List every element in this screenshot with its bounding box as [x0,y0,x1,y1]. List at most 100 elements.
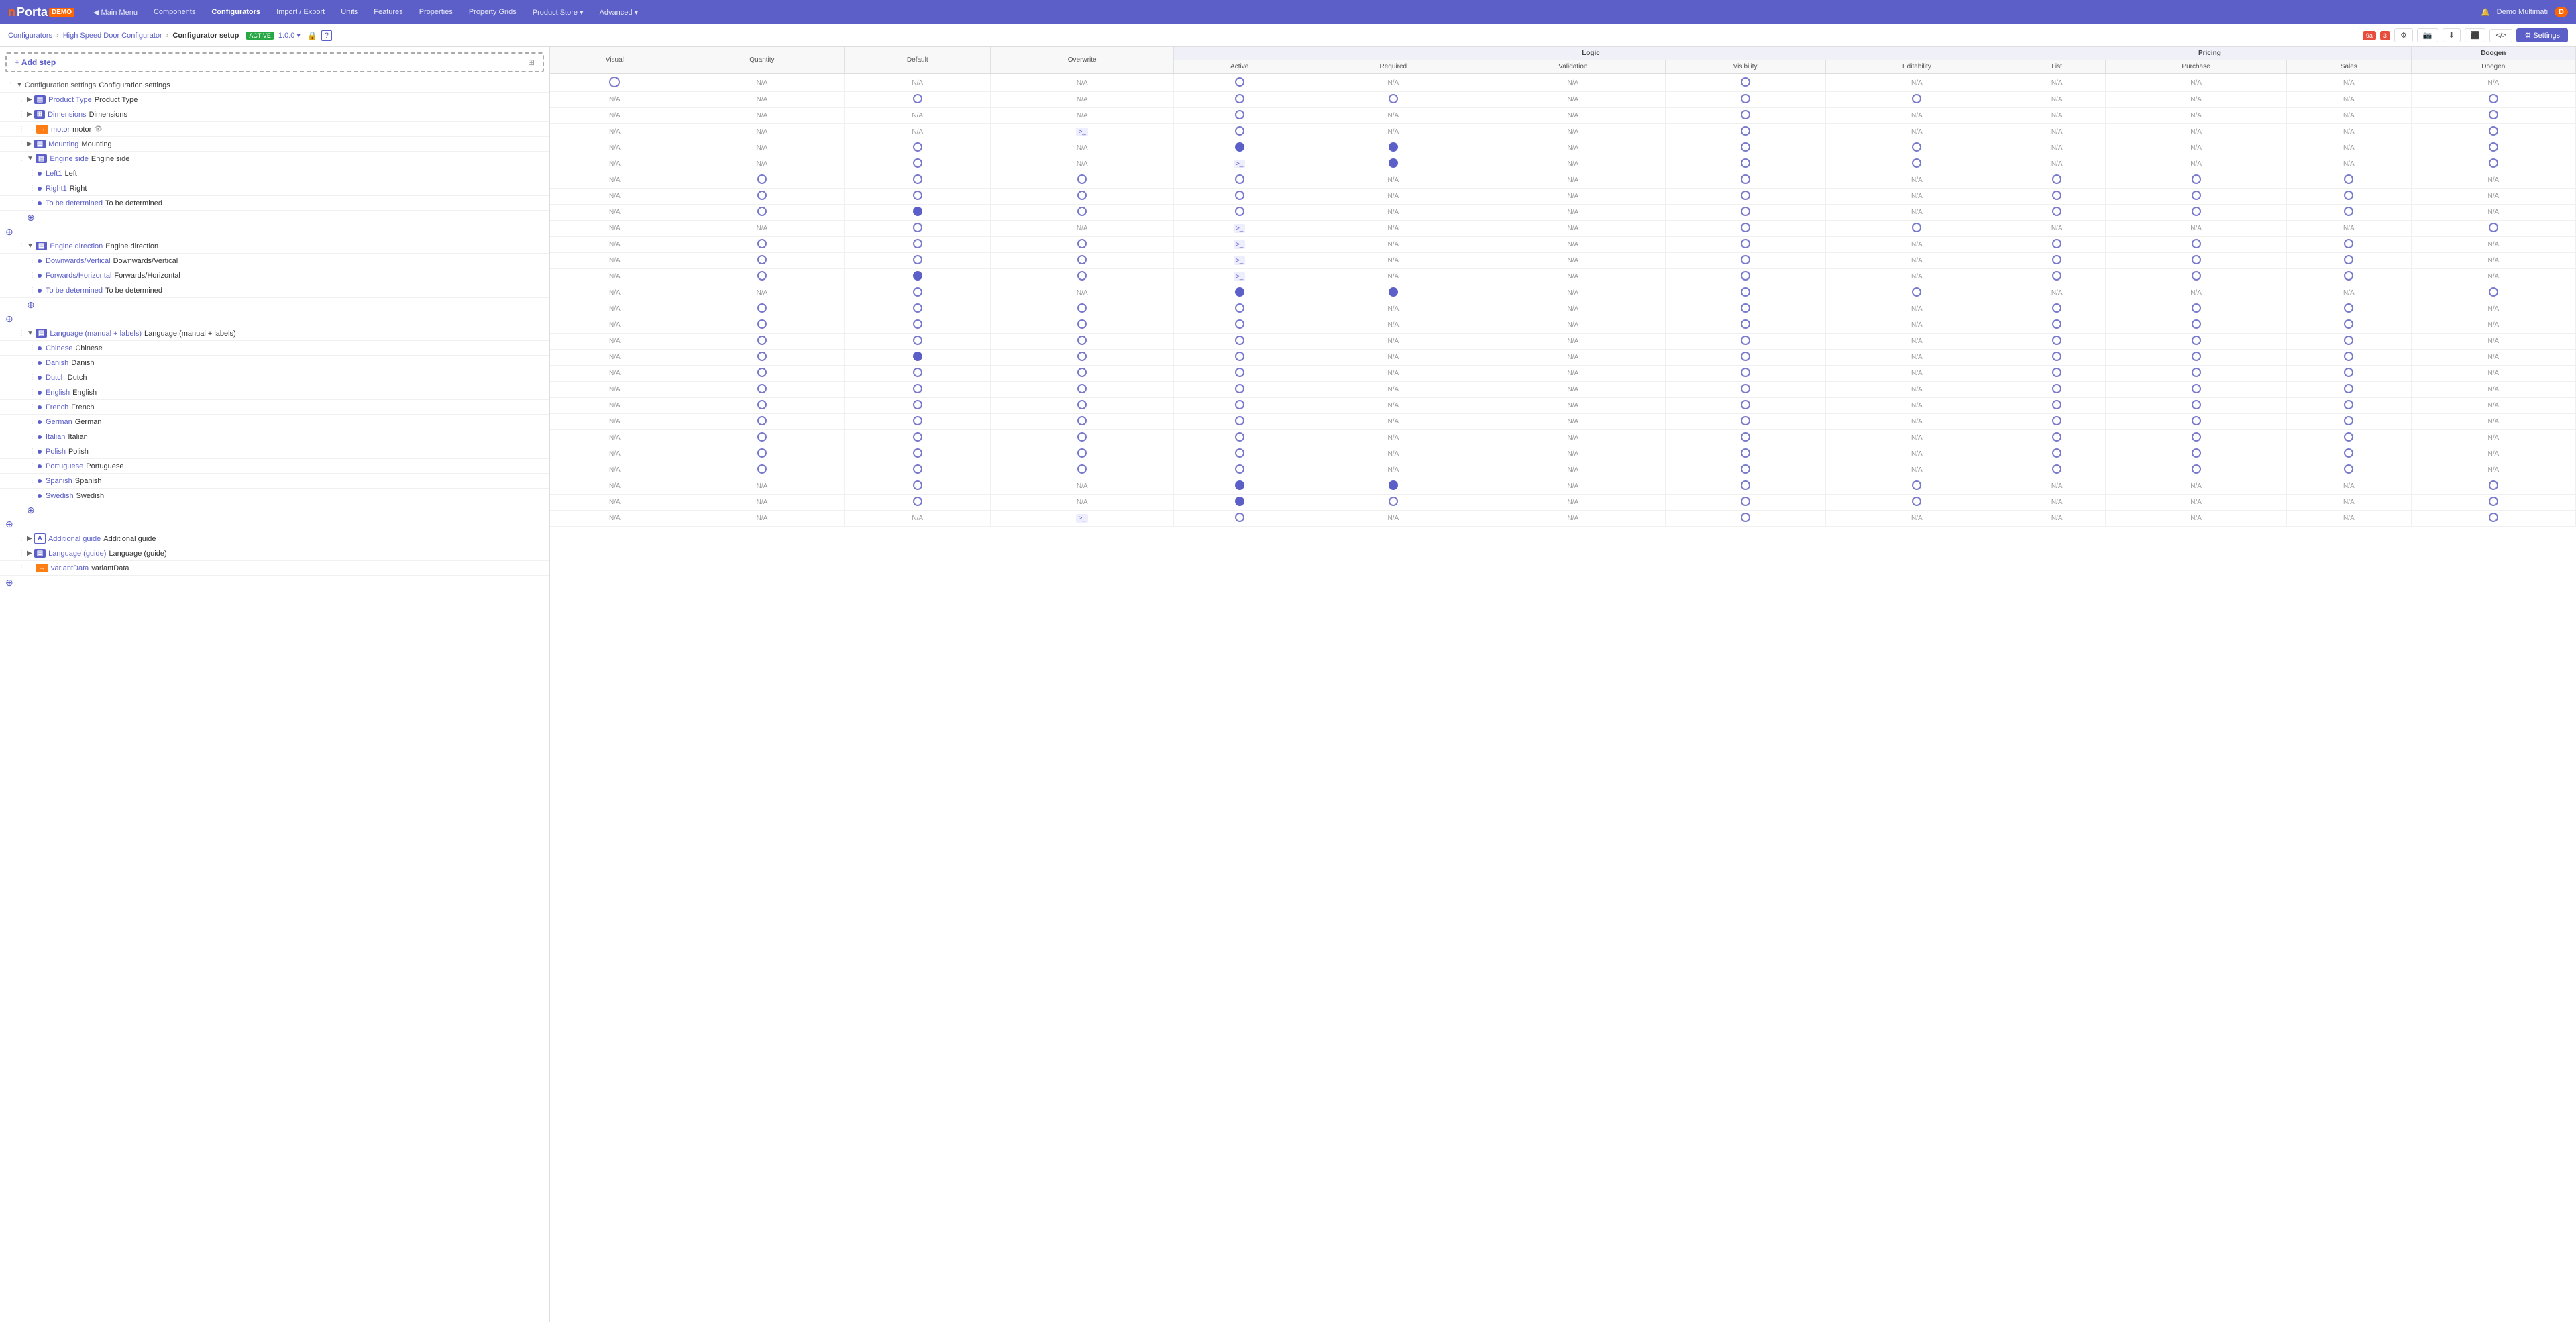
cell[interactable] [991,269,1174,285]
cell[interactable] [2106,398,2287,414]
cell[interactable] [991,366,1174,382]
add-step-bar[interactable]: + Add step ⊞ [5,52,544,72]
cell[interactable] [2008,253,2106,269]
cell[interactable] [1825,285,2008,301]
tree-row[interactable]: ⋮ Dutch Dutch [0,370,549,385]
cell[interactable] [680,317,844,334]
tree-row[interactable]: ⋮ Forwards/Horizontal Forwards/Horizonta… [0,268,549,283]
cell[interactable] [1825,221,2008,237]
cell[interactable] [1173,382,1305,398]
plus-row-top[interactable]: ⊕ [0,312,549,326]
cell[interactable] [845,140,991,156]
cell[interactable] [2286,237,2411,253]
cell[interactable] [680,269,844,285]
cell[interactable] [2411,140,2575,156]
cell[interactable]: >_ [1173,237,1305,253]
cell[interactable] [1305,92,1481,108]
cell[interactable] [991,237,1174,253]
cell[interactable] [1173,414,1305,430]
cell[interactable] [680,237,844,253]
cell[interactable] [2106,269,2287,285]
cell[interactable] [991,350,1174,366]
cell[interactable] [1305,285,1481,301]
cell[interactable] [1665,511,1825,527]
cell[interactable] [680,398,844,414]
cell[interactable] [845,205,991,221]
cell[interactable] [1825,140,2008,156]
tree-row[interactable]: ⋮ French French [0,400,549,415]
cell[interactable] [1665,237,1825,253]
cell[interactable] [991,462,1174,478]
tree-row[interactable]: ⋮ English English [0,385,549,400]
cell[interactable] [2008,462,2106,478]
cell[interactable] [550,74,680,92]
cell[interactable] [845,172,991,189]
cell[interactable] [2286,446,2411,462]
cell[interactable] [2411,285,2575,301]
tree-row[interactable]: ⋮ → motor motor 👁 [0,122,549,137]
nav-configurators[interactable]: Configurators [209,7,263,17]
cell[interactable] [1665,172,1825,189]
cell[interactable] [2411,92,2575,108]
cell[interactable] [1173,92,1305,108]
cell[interactable] [2286,462,2411,478]
cell[interactable] [2106,334,2287,350]
cell[interactable] [2286,398,2411,414]
cell[interactable] [1665,301,1825,317]
cell[interactable] [2106,189,2287,205]
cell[interactable] [1665,317,1825,334]
cell[interactable] [991,334,1174,350]
cell[interactable] [680,366,844,382]
cell[interactable] [1173,366,1305,382]
cell[interactable] [991,446,1174,462]
cell[interactable] [991,414,1174,430]
cell[interactable] [680,382,844,398]
cell[interactable] [2008,205,2106,221]
cell[interactable] [680,172,844,189]
cell[interactable] [991,398,1174,414]
cell[interactable] [1665,124,1825,140]
tree-row[interactable]: ⋮ ▼ ▤ Language (manual + labels) Languag… [0,326,549,341]
cell[interactable] [1665,74,1825,92]
cell[interactable] [1173,205,1305,221]
cell[interactable] [2286,189,2411,205]
cell[interactable]: >_ [1173,221,1305,237]
cell[interactable] [1305,495,1481,511]
cell[interactable] [2106,317,2287,334]
cell[interactable]: >_ [991,511,1174,527]
code-button[interactable]: </> [2489,29,2512,42]
cell[interactable] [2106,414,2287,430]
nav-properties[interactable]: Properties [417,7,455,17]
app-logo[interactable]: nPorta DEMO [8,5,74,19]
cell[interactable] [1825,156,2008,172]
tree-row[interactable]: ⋮ To be determined To be determined [0,196,549,211]
cell[interactable] [1173,462,1305,478]
cell[interactable] [1665,189,1825,205]
plus-row[interactable]: ⊕ [0,211,549,225]
tree-row[interactable]: ⋮ Italian Italian [0,429,549,444]
cell[interactable] [1665,446,1825,462]
user-avatar[interactable]: D [2555,7,2568,17]
cell[interactable] [2411,221,2575,237]
tree-row[interactable]: ⋮ Downwards/Vertical Downwards/Vertical [0,254,549,268]
cell[interactable] [2008,189,2106,205]
cell[interactable] [1173,172,1305,189]
version-selector[interactable]: 1.0.0 ▾ [278,31,301,40]
tree-row[interactable]: ⋮ Polish Polish [0,444,549,459]
cell[interactable] [845,334,991,350]
cell[interactable] [2286,269,2411,285]
cell[interactable] [991,301,1174,317]
plus-row[interactable]: ⊕ [0,503,549,517]
cell[interactable] [1665,269,1825,285]
gear-button[interactable]: ⚙ [2394,28,2413,42]
cell[interactable] [680,414,844,430]
cell[interactable] [1665,156,1825,172]
cell[interactable] [1173,511,1305,527]
cell[interactable] [1173,398,1305,414]
cell[interactable]: >_ [1173,253,1305,269]
cell[interactable] [2286,350,2411,366]
info-icon[interactable]: ? [321,30,332,41]
cell[interactable] [1305,156,1481,172]
cell[interactable] [991,205,1174,221]
cell[interactable] [845,221,991,237]
